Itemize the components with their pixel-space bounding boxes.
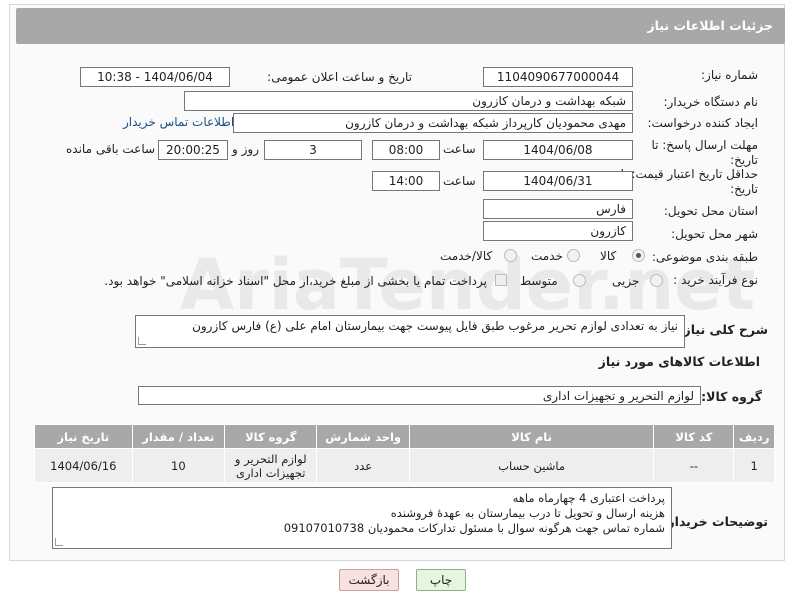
description-text: نیاز به تعدادی لوازم تحریر مرغوب طبق فای…	[192, 319, 678, 333]
category-radio-goods[interactable]	[632, 249, 645, 262]
process-label: نوع فرآیند خرید :	[673, 273, 758, 287]
buyer-note-line-1: پرداخت اعتباری 4 چهارماه ماهه	[512, 491, 665, 505]
process-radio-medium[interactable]	[573, 274, 586, 287]
cell-group: لوازم التحریر و تجهیزات اداری	[224, 448, 318, 483]
resize-handle-icon[interactable]	[55, 538, 63, 546]
cell-date: 1404/06/16	[34, 448, 133, 483]
category-radio-both[interactable]	[504, 249, 517, 262]
col-name-header: نام کالا	[408, 424, 655, 449]
col-date-header: تاریخ نیاز	[34, 424, 133, 449]
province-label: استان محل تحویل:	[663, 204, 758, 218]
deadline-time-field: 08:00	[372, 140, 440, 160]
cell-row: 1	[733, 448, 775, 483]
category-both-label: کالا/خدمت	[440, 249, 493, 263]
cell-qty: 10	[131, 448, 226, 483]
need-number-label: شماره نیاز:	[701, 68, 758, 82]
buyer-org-field: شبکه بهداشت و درمان کازرون	[184, 91, 633, 111]
deadline-time-label: ساعت	[443, 142, 476, 156]
process-minor-label: جزیی	[612, 274, 640, 288]
province-field: فارس	[483, 199, 633, 219]
back-button[interactable]: بازگشت	[339, 569, 399, 591]
city-label: شهر محل تحویل:	[671, 227, 758, 241]
cell-unit: عدد	[316, 448, 410, 483]
category-service-label: خدمت	[531, 249, 563, 263]
announce-label: تاریخ و ساعت اعلان عمومی:	[267, 70, 412, 84]
buyer-note-line-3: شماره تماس جهت هرگونه سوال با مسئول تدار…	[283, 521, 665, 535]
buyer-org-label: نام دستگاه خریدار:	[663, 95, 759, 109]
deadline-date-field: 1404/06/08	[483, 140, 633, 160]
buyer-notes-label: توضیحات خریدار:	[662, 514, 768, 529]
cell-code: --	[653, 448, 735, 483]
table-row: 1 -- ماشین حساب عدد لوازم التحریر و تجهی…	[34, 448, 775, 483]
price-validity-time-field: 14:00	[372, 171, 440, 191]
buyer-note-line-2: هزینه ارسال و تحویل تا درب بیمارستان به …	[390, 506, 665, 520]
category-goods-label: کالا	[600, 249, 617, 263]
goods-group-field: لوازم التحریر و تجهیزات اداری	[138, 386, 701, 405]
process-medium-label: متوسط	[520, 274, 558, 288]
goods-info-title: اطلاعات کالاهای مورد نیاز	[598, 354, 760, 369]
process-radio-minor[interactable]	[650, 274, 663, 287]
payment-note: پرداخت تمام یا بخشی از مبلغ خرید،از محل …	[104, 274, 487, 288]
deadline-label: مهلت ارسال پاسخ: تا تاریخ:	[651, 138, 758, 167]
creator-field: مهدی محمودیان کارپرداز شبکه بهداشت و درم…	[233, 113, 633, 133]
description-textarea[interactable]: نیاز به تعدادی لوازم تحریر مرغوب طبق فای…	[135, 315, 685, 348]
price-validity-label: حداقل تاریخ اعتبار قیمت: تا تاریخ:	[620, 167, 758, 196]
price-validity-date-field: 1404/06/31	[483, 171, 633, 191]
city-field: کازرون	[483, 221, 633, 241]
col-row-header: ردیف	[733, 424, 775, 449]
page-title: جزئیات اطلاعات نیاز	[16, 8, 785, 44]
remaining-time-field: 20:00:25	[158, 140, 228, 160]
goods-table: ردیف کد کالا نام کالا واحد شمارش گروه کا…	[34, 424, 775, 483]
col-group-header: گروه کالا	[224, 424, 318, 449]
buyer-notes-textarea[interactable]: پرداخت اعتباری 4 چهارماه ماهه هزینه ارسا…	[52, 487, 672, 549]
treasury-checkbox[interactable]	[495, 274, 507, 286]
goods-group-label: گروه کالا:	[701, 389, 762, 404]
need-number-field: 1104090677000044	[483, 67, 633, 87]
table-header-row: ردیف کد کالا نام کالا واحد شمارش گروه کا…	[34, 424, 775, 449]
category-radio-service[interactable]	[567, 249, 580, 262]
creator-label: ایجاد کننده درخواست:	[647, 116, 758, 130]
col-qty-header: تعداد / مقدار	[131, 424, 226, 449]
col-code-header: کد کالا	[653, 424, 735, 449]
category-label: طبقه بندی موضوعی:	[651, 250, 758, 264]
col-unit-header: واحد شمارش	[316, 424, 410, 449]
price-validity-time-label: ساعت	[443, 174, 476, 188]
print-button[interactable]: چاپ	[416, 569, 466, 591]
description-label: شرح کلی نیاز:	[678, 322, 768, 337]
remaining-label: ساعت باقی مانده	[66, 142, 156, 156]
buyer-contact-link[interactable]: اطلاعات تماس خریدار	[123, 115, 234, 129]
announce-field: 1404/06/04 - 10:38	[80, 67, 230, 87]
days-field: 3	[264, 140, 362, 160]
days-label: روز و	[232, 142, 259, 156]
resize-handle-icon[interactable]	[138, 337, 146, 345]
cell-name: ماشین حساب	[408, 448, 655, 483]
